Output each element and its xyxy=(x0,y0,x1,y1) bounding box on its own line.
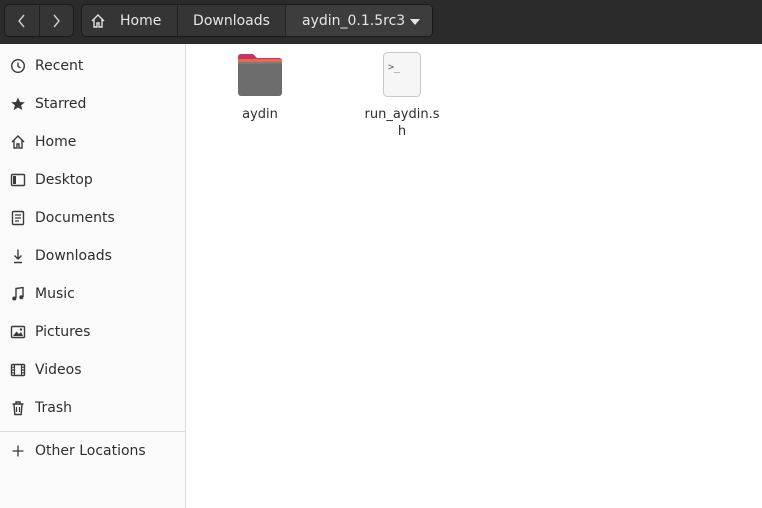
sidebar-item-label: Videos xyxy=(35,362,82,378)
home-icon xyxy=(90,13,106,29)
back-button[interactable] xyxy=(5,5,39,36)
forward-button[interactable] xyxy=(38,5,74,36)
sidebar-item-label: Recent xyxy=(35,58,84,74)
sidebar-item-music[interactable]: Music xyxy=(0,275,185,313)
terminal-script-icon: >_ xyxy=(382,52,422,102)
breadcrumb: Home Downloads aydin_0.1.5rc3 xyxy=(81,4,433,37)
sidebar-item-videos[interactable]: Videos xyxy=(0,351,185,389)
trash-icon xyxy=(9,399,27,417)
sidebar-item-label: Documents xyxy=(35,210,115,226)
plus-icon xyxy=(9,442,27,460)
home-icon xyxy=(9,133,27,151)
chevron-left-icon xyxy=(17,14,25,27)
dropdown-arrow-icon[interactable] xyxy=(410,13,420,29)
sidebar-item-documents[interactable]: Documents xyxy=(0,199,185,237)
sidebar-item-label: Desktop xyxy=(35,172,93,188)
sidebar-item-label: Music xyxy=(35,286,75,302)
sidebar-item-desktop[interactable]: Desktop xyxy=(0,161,185,199)
sidebar-item-trash[interactable]: Trash xyxy=(0,389,185,427)
sidebar-item-pictures[interactable]: Pictures xyxy=(0,313,185,351)
breadcrumb-current-label: aydin_0.1.5rc3 xyxy=(302,12,406,29)
breadcrumb-downloads[interactable]: Downloads xyxy=(177,5,285,36)
sidebar-item-label: Home xyxy=(35,134,77,150)
file-item-run-aydin-sh[interactable]: >_ run_aydin.sh xyxy=(354,52,450,140)
folder-icon xyxy=(236,52,284,102)
sidebar-item-recent[interactable]: Recent xyxy=(0,47,185,85)
breadcrumb-home-label: Home xyxy=(120,12,162,29)
breadcrumb-current-folder[interactable]: aydin_0.1.5rc3 xyxy=(285,5,432,36)
svg-text:>_: >_ xyxy=(388,62,401,73)
music-note-icon xyxy=(9,285,27,303)
file-item-aydin[interactable]: aydin xyxy=(212,52,308,123)
header-bar: Home Downloads aydin_0.1.5rc3 xyxy=(0,0,762,44)
desktop-icon xyxy=(9,171,27,189)
sidebar-item-starred[interactable]: Starred xyxy=(0,85,185,123)
sidebar-item-home[interactable]: Home xyxy=(0,123,185,161)
star-icon xyxy=(9,95,27,113)
file-name: aydin xyxy=(242,107,278,122)
sidebar-item-downloads[interactable]: Downloads xyxy=(0,237,185,275)
sidebar-item-other-locations[interactable]: Other Locations xyxy=(0,432,185,470)
sidebar: Recent Starred Home Desktop Documents Do… xyxy=(0,44,186,508)
clock-icon xyxy=(9,57,27,75)
breadcrumb-home[interactable]: Home xyxy=(82,5,177,36)
sidebar-item-label: Trash xyxy=(35,400,72,416)
sidebar-item-label: Starred xyxy=(35,96,87,112)
download-icon xyxy=(9,247,27,265)
document-icon xyxy=(9,209,27,227)
film-icon xyxy=(9,361,27,379)
picture-icon xyxy=(9,323,27,341)
sidebar-item-label: Other Locations xyxy=(35,443,146,459)
navigation-buttons xyxy=(4,4,74,37)
file-view: aydin >_ run_aydin.sh xyxy=(186,44,762,508)
file-name: run_aydin.sh xyxy=(364,107,440,139)
chevron-right-icon xyxy=(53,14,61,27)
sidebar-item-label: Pictures xyxy=(35,324,91,340)
breadcrumb-downloads-label: Downloads xyxy=(193,12,270,29)
sidebar-item-label: Downloads xyxy=(35,248,112,264)
